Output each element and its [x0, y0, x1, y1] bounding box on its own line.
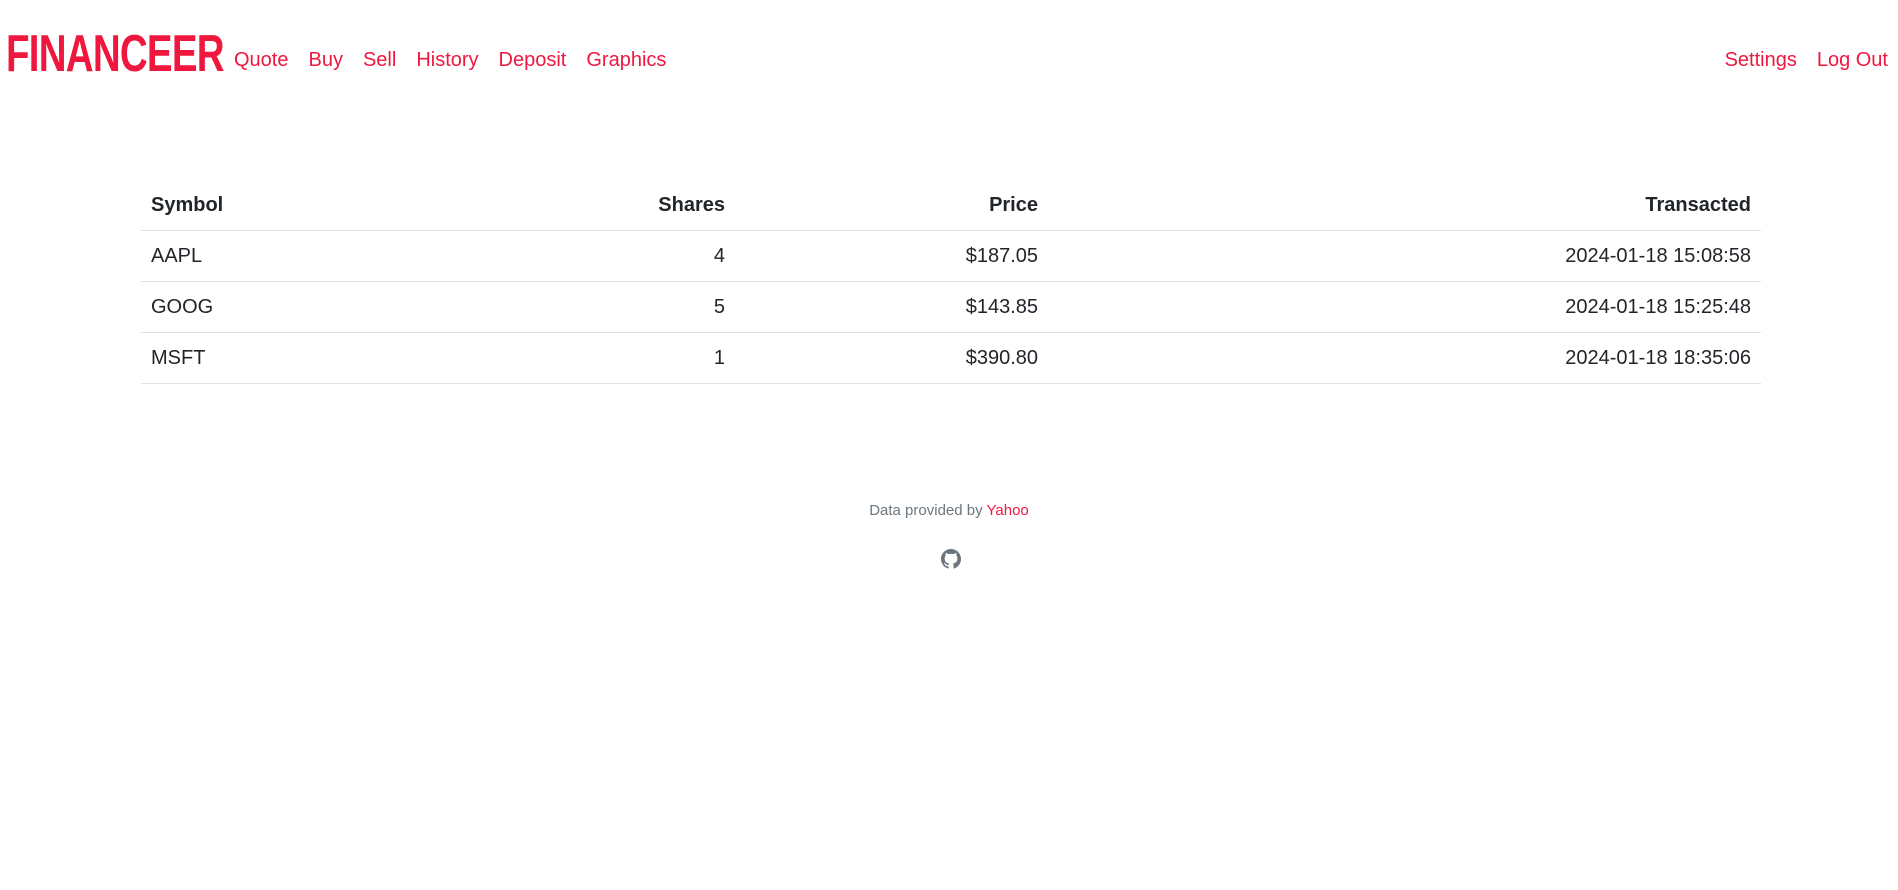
header-symbol: Symbol	[141, 180, 611, 231]
table-row: AAPL 4 $187.05 2024-01-18 15:08:58	[141, 230, 1761, 282]
brand-logo[interactable]: FINANCEER	[6, 28, 225, 80]
header-price: Price	[735, 180, 1048, 231]
nav-settings[interactable]: Settings	[1715, 46, 1807, 74]
nav-logout[interactable]: Log Out	[1807, 46, 1888, 74]
cell-symbol: MSFT	[141, 332, 611, 384]
table-row: GOOG 5 $143.85 2024-01-18 15:25:48	[141, 281, 1761, 333]
nav-right: Settings Log Out	[1715, 46, 1888, 74]
nav-sell[interactable]: Sell	[353, 46, 406, 74]
cell-symbol: GOOG	[141, 281, 611, 333]
cell-price: $187.05	[735, 230, 1048, 282]
nav-buy[interactable]: Buy	[298, 46, 352, 74]
table-row: MSFT 1 $390.80 2024-01-18 18:35:06	[141, 332, 1761, 384]
footer-attribution: Data provided by Yahoo	[869, 502, 1029, 519]
github-icon[interactable]	[941, 549, 961, 569]
cell-shares: 5	[611, 281, 735, 333]
nav-history[interactable]: History	[406, 46, 488, 74]
nav-deposit[interactable]: Deposit	[489, 46, 577, 74]
cell-transacted: 2024-01-18 15:25:48	[1048, 281, 1761, 333]
table-header-row: Symbol Shares Price Transacted	[141, 180, 1761, 231]
cell-transacted: 2024-01-18 15:08:58	[1048, 230, 1761, 282]
history-table: Symbol Shares Price Transacted AAPL 4 $1…	[141, 180, 1761, 384]
cell-symbol: AAPL	[141, 230, 611, 282]
nav-quote[interactable]: Quote	[234, 46, 298, 74]
yahoo-link[interactable]: Yahoo	[987, 502, 1029, 519]
history-table-container: Symbol Shares Price Transacted AAPL 4 $1…	[141, 180, 1761, 384]
cell-price: $143.85	[735, 281, 1048, 333]
cell-price: $390.80	[735, 332, 1048, 384]
nav-graphics[interactable]: Graphics	[576, 46, 676, 74]
cell-shares: 4	[611, 230, 735, 282]
navbar: FINANCEER Quote Buy Sell History Deposit…	[0, 0, 1898, 119]
header-shares: Shares	[611, 180, 735, 231]
nav-left: Quote Buy Sell History Deposit Graphics	[234, 46, 676, 74]
cell-shares: 1	[611, 332, 735, 384]
header-transacted: Transacted	[1048, 180, 1761, 231]
footer: Data provided by Yahoo	[0, 502, 1898, 520]
footer-text: Data provided by	[869, 502, 983, 519]
cell-transacted: 2024-01-18 18:35:06	[1048, 332, 1761, 384]
